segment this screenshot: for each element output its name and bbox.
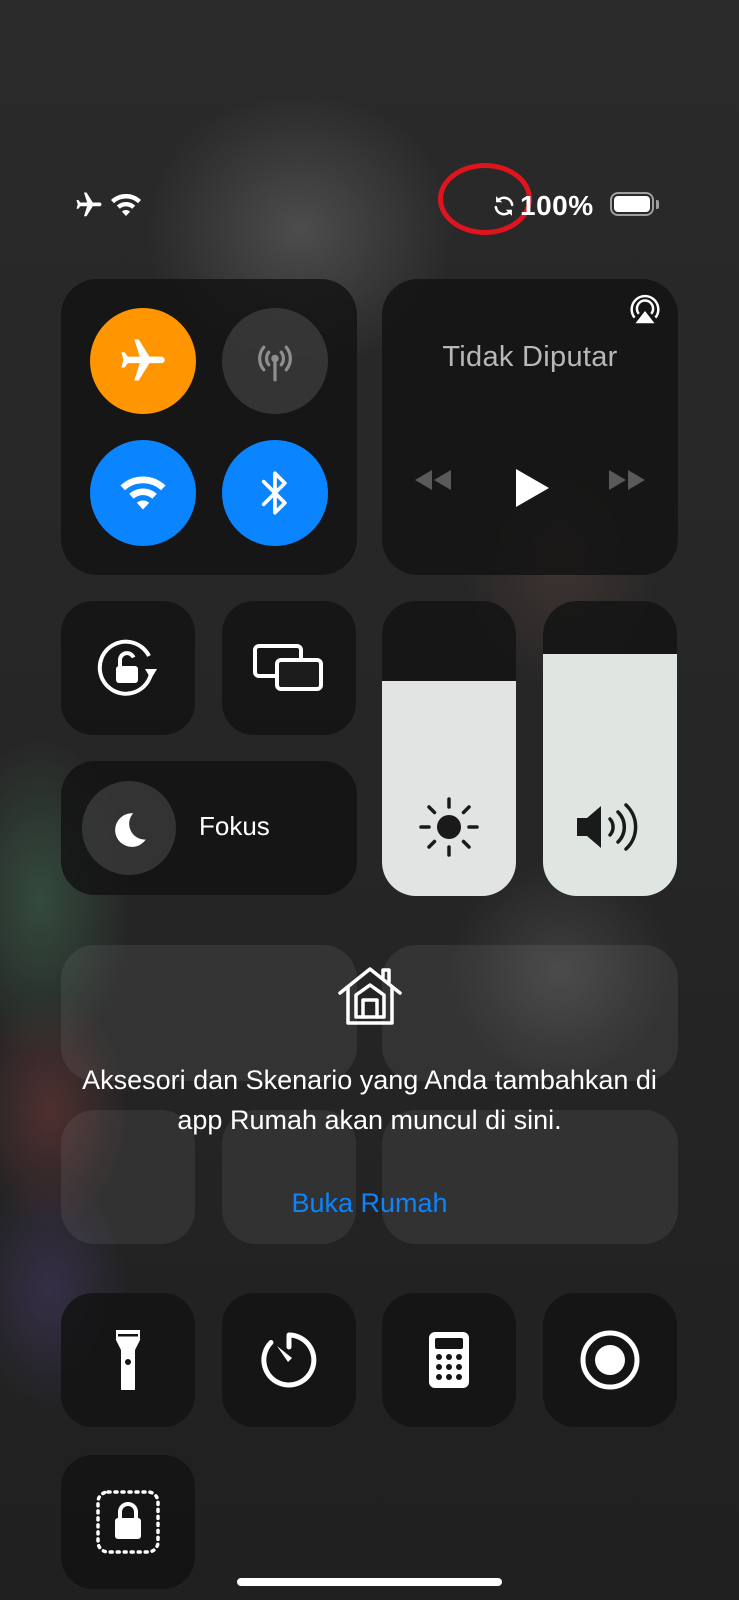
airplane-icon bbox=[121, 339, 165, 381]
rewind-icon[interactable] bbox=[412, 465, 454, 495]
brightness-level bbox=[382, 680, 516, 896]
flashlight-icon bbox=[116, 1330, 140, 1390]
flashlight-button[interactable] bbox=[61, 1293, 195, 1427]
bluetooth-icon bbox=[261, 471, 287, 515]
battery-percent: 100% bbox=[520, 190, 594, 221]
screen-record-icon bbox=[580, 1330, 640, 1390]
calculator-button[interactable] bbox=[382, 1293, 516, 1427]
orientation-lock-button[interactable] bbox=[61, 601, 195, 735]
screen-mirroring-icon bbox=[253, 644, 323, 691]
screen-record-button[interactable] bbox=[543, 1293, 677, 1427]
wifi-icon bbox=[111, 194, 141, 216]
airplane-mode-toggle[interactable] bbox=[90, 308, 196, 414]
screen-lock-icon bbox=[96, 1490, 160, 1554]
speaker-icon bbox=[577, 803, 638, 851]
open-home-link[interactable]: Buka Rumah bbox=[0, 1188, 739, 1219]
volume-level bbox=[543, 654, 677, 896]
play-icon[interactable] bbox=[512, 467, 550, 509]
screen-lock-button[interactable] bbox=[61, 1455, 195, 1589]
focus-label: Fokus bbox=[199, 811, 270, 841]
fast-forward-icon[interactable] bbox=[606, 465, 648, 495]
volume-slider[interactable] bbox=[543, 601, 677, 896]
cellular-data-toggle[interactable] bbox=[222, 308, 328, 414]
now-playing-status: Tidak Diputar bbox=[442, 341, 618, 373]
connectivity-module bbox=[61, 279, 357, 575]
battery-icon bbox=[610, 192, 662, 218]
rotation-lock-sync-icon bbox=[494, 196, 514, 216]
timer-button[interactable] bbox=[222, 1293, 356, 1427]
focus-button[interactable]: Fokus bbox=[61, 761, 357, 895]
moon-icon bbox=[115, 813, 146, 847]
focus-icon-circle bbox=[82, 781, 176, 875]
brightness-slider[interactable] bbox=[382, 601, 516, 896]
media-player-module[interactable]: Tidak Diputar bbox=[382, 279, 678, 575]
bluetooth-toggle[interactable] bbox=[222, 440, 328, 546]
home-indicator[interactable] bbox=[237, 1578, 502, 1586]
home-empty-message: Aksesori dan Skenario yang Anda tambahka… bbox=[82, 1065, 657, 1135]
home-icon bbox=[338, 967, 402, 1025]
sun-icon bbox=[419, 797, 479, 857]
calculator-icon bbox=[429, 1332, 469, 1388]
rotation-lock-icon bbox=[97, 639, 157, 696]
status-bar: 100% bbox=[0, 163, 739, 235]
home-module: Aksesori dan Skenario yang Anda tambahka… bbox=[0, 945, 739, 1245]
wifi-toggle[interactable] bbox=[90, 440, 196, 546]
airplay-icon[interactable] bbox=[626, 291, 664, 329]
cellular-antenna-icon bbox=[258, 345, 292, 382]
wifi-icon bbox=[120, 476, 166, 510]
screen-mirroring-button[interactable] bbox=[222, 601, 356, 735]
timer-icon bbox=[261, 1332, 317, 1388]
airplane-icon bbox=[76, 192, 102, 217]
